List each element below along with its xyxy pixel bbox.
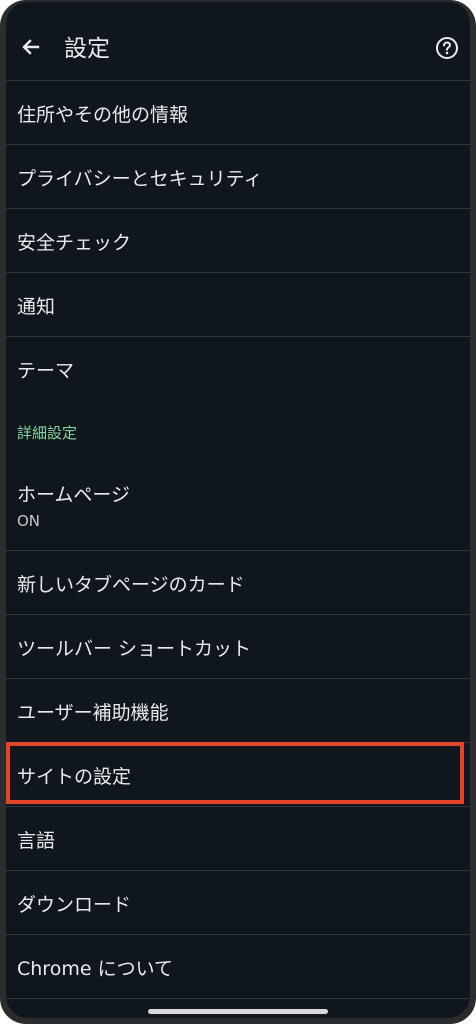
settings-item-ntp-cards[interactable]: 新しいタブページのカード	[6, 551, 470, 615]
settings-screen: 設定 住所やその他の情報 プライバシーとセキュリティ 安全チェック 通知 テーマ…	[6, 2, 470, 1018]
settings-item-label: 言語	[17, 830, 56, 852]
home-indicator	[148, 1009, 328, 1014]
settings-item-label: ホームページ	[17, 484, 131, 506]
settings-item-safety-check[interactable]: 安全チェック	[6, 209, 470, 273]
settings-item-label: 安全チェック	[17, 232, 132, 254]
settings-item-label: 住所やその他の情報	[17, 104, 189, 126]
settings-item-address[interactable]: 住所やその他の情報	[6, 81, 470, 145]
settings-item-label: プライバシーとセキュリティ	[17, 168, 263, 190]
settings-item-theme[interactable]: テーマ	[6, 337, 470, 401]
phone-frame: 設定 住所やその他の情報 プライバシーとセキュリティ 安全チェック 通知 テーマ…	[0, 0, 476, 1024]
help-button[interactable]	[434, 35, 460, 61]
settings-item-label: ダウンロード	[17, 894, 132, 916]
settings-item-accessibility[interactable]: ユーザー補助機能	[6, 679, 470, 743]
settings-item-toolbar-shortcut[interactable]: ツールバー ショートカット	[6, 615, 470, 679]
settings-item-downloads[interactable]: ダウンロード	[6, 871, 470, 935]
arrow-left-icon	[22, 39, 40, 55]
settings-item-label: Chrome について	[17, 958, 173, 980]
settings-item-languages[interactable]: 言語	[6, 807, 470, 871]
section-header-advanced: 詳細設定	[17, 424, 78, 442]
help-circle-icon	[436, 37, 458, 59]
settings-item-about-chrome[interactable]: Chrome について	[6, 935, 470, 999]
settings-item-privacy[interactable]: プライバシーとセキュリティ	[6, 145, 470, 209]
back-button[interactable]	[16, 32, 46, 62]
app-bar: 設定	[6, 2, 470, 81]
site-settings-highlight-box	[6, 742, 464, 804]
settings-item-homepage[interactable]: ホームページ ON	[6, 460, 470, 551]
settings-item-notifications[interactable]: 通知	[6, 273, 470, 337]
settings-item-label: ツールバー ショートカット	[17, 638, 252, 660]
settings-item-summary: ON	[17, 512, 41, 530]
page-title: 設定	[64, 36, 110, 62]
settings-item-label: テーマ	[17, 360, 75, 382]
settings-item-label: 通知	[17, 296, 56, 318]
settings-item-label: ユーザー補助機能	[17, 702, 169, 724]
settings-item-label: 新しいタブページのカード	[17, 574, 245, 596]
